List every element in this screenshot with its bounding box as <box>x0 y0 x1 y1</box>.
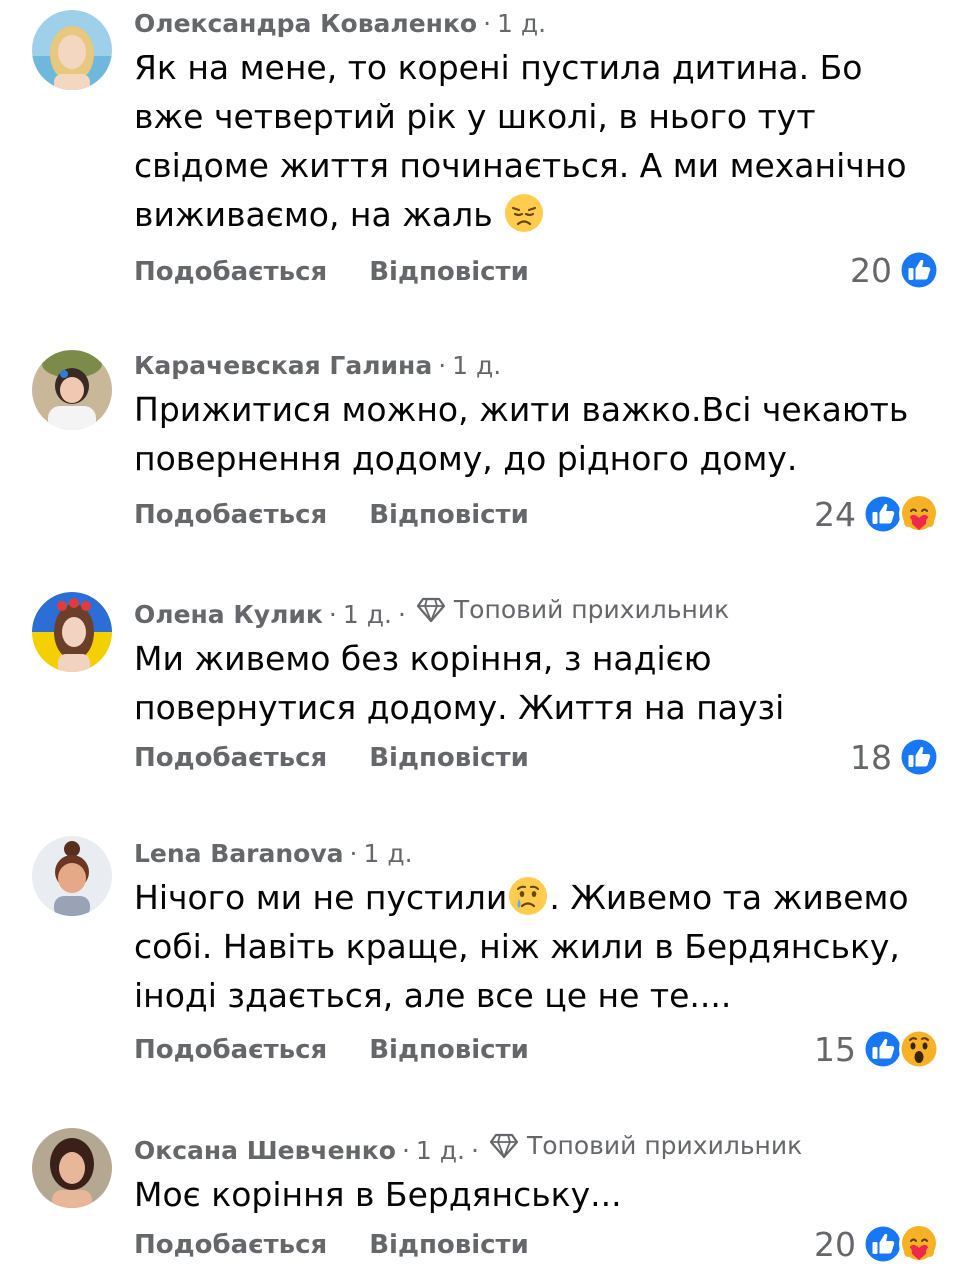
badge-label: Топовий прихильник <box>526 1131 803 1160</box>
comment-actions: Подобається Відповісти <box>134 1230 529 1260</box>
reactions-summary[interactable]: 20 <box>850 248 940 292</box>
author-name[interactable]: Олександра Коваленко <box>134 9 477 38</box>
comment-text-body: Нічого ми не пустили <box>134 878 508 917</box>
separator-dot: · <box>438 351 447 380</box>
comment-time[interactable]: 1 д. <box>363 839 412 868</box>
badge-label: Топовий прихильник <box>453 595 730 624</box>
separator-dot: · <box>397 600 406 629</box>
separator-dot: · <box>349 839 358 868</box>
reply-button[interactable]: Відповісти <box>369 257 529 287</box>
diamond-icon <box>489 1133 519 1159</box>
comment-time[interactable]: 1 д. <box>452 351 501 380</box>
comment-text: Моє коріння в Бердянську... <box>134 1175 622 1214</box>
top-fan-badge[interactable]: Топовий прихильник <box>489 1130 802 1162</box>
comment-meta: Оксана Шевченко · 1 д. · Топовий прихильник <box>134 1130 940 1167</box>
comment-time[interactable]: 1 д. <box>343 600 392 629</box>
reaction-count: 20 <box>850 250 892 290</box>
like-button[interactable]: Подобається <box>134 1035 327 1065</box>
reactions-summary[interactable]: 24 <box>814 492 940 536</box>
wow-reaction-icon <box>898 1028 940 1070</box>
like-button[interactable]: Подобається <box>134 743 327 773</box>
separator-dot: · <box>328 600 337 629</box>
disappointed-face-emoji <box>503 192 545 234</box>
avatar[interactable] <box>32 350 112 430</box>
comment-meta: Олена Кулик · 1 д. · Топовий прихильник <box>134 594 940 631</box>
comment-meta: Карачевская Галина · 1 д. <box>134 350 940 382</box>
comment-actions: Подобається Відповісти <box>134 1035 529 1065</box>
reply-button[interactable]: Відповісти <box>369 743 529 773</box>
reactions-summary[interactable]: 18 <box>850 735 940 779</box>
avatar[interactable] <box>32 1128 112 1208</box>
separator-dot: · <box>471 1136 479 1165</box>
like-button[interactable]: Подобається <box>134 500 327 530</box>
comment-meta: Олександра Коваленко · 1 д. <box>134 8 940 40</box>
comment-meta: Lena Baranova · 1 д. <box>134 838 940 870</box>
diamond-icon <box>416 597 446 623</box>
reactions-summary[interactable]: 20 <box>814 1222 940 1266</box>
avatar[interactable] <box>32 836 112 916</box>
comment-text: Як на мене, то корені пустила дитина. Бо… <box>134 43 934 239</box>
top-fan-badge[interactable]: Топовий прихильник <box>416 594 729 626</box>
comment-time[interactable]: 1 д. <box>497 9 546 38</box>
separator-dot: · <box>483 9 492 38</box>
author-name[interactable]: Оксана Шевченко <box>134 1136 396 1165</box>
reaction-count: 20 <box>814 1224 856 1264</box>
avatar[interactable] <box>32 10 112 90</box>
comment-actions: Подобається Відповісти <box>134 743 529 773</box>
care-reaction-icon <box>898 493 940 535</box>
reaction-count: 15 <box>814 1029 856 1069</box>
like-button[interactable]: Подобається <box>134 257 327 287</box>
care-reaction-icon <box>898 1223 940 1265</box>
like-reaction-icon <box>898 249 940 291</box>
author-name[interactable]: Карачевская Галина <box>134 351 432 380</box>
author-name[interactable]: Олена Кулик <box>134 600 323 629</box>
comment-actions: Подобається Відповісти <box>134 500 529 530</box>
author-name[interactable]: Lena Baranova <box>134 839 344 868</box>
reaction-count: 18 <box>850 737 892 777</box>
comment-text: Ми живемо без коріння, з надією повернут… <box>134 639 785 727</box>
avatar[interactable] <box>32 592 112 672</box>
comment-text: Прижитися можно, жити важко.Всі чекають … <box>134 390 909 478</box>
reply-button[interactable]: Відповісти <box>369 1035 529 1065</box>
reply-button[interactable]: Відповісти <box>369 1230 529 1260</box>
reply-button[interactable]: Відповісти <box>369 500 529 530</box>
comment-actions: Подобається Відповісти <box>134 257 529 287</box>
comment-text: Нічого ми не пустили. Живемо та живемо с… <box>134 873 934 1020</box>
like-reaction-icon <box>898 736 940 778</box>
separator-dot: · <box>401 1136 410 1165</box>
like-button[interactable]: Подобається <box>134 1230 327 1260</box>
reactions-summary[interactable]: 15 <box>814 1027 940 1071</box>
reaction-count: 24 <box>814 494 856 534</box>
crying-face-emoji <box>507 875 549 917</box>
comment-time[interactable]: 1 д. <box>416 1136 465 1165</box>
